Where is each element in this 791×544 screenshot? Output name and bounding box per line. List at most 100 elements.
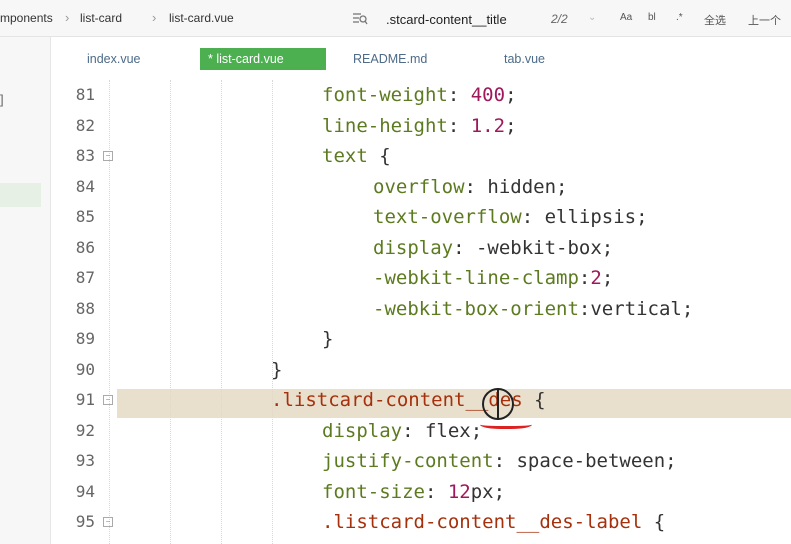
code-token: : -webkit-box; — [453, 236, 614, 259]
code-text[interactable]: .listcard-content__des-label { — [322, 507, 665, 537]
code-token: display — [373, 236, 454, 259]
line-number: 92 — [75, 420, 95, 440]
code-line[interactable]: 86 display: -webkit-box; — [51, 233, 791, 263]
tab-readme-md[interactable]: README.md — [345, 48, 435, 70]
chevron-right-icon: › — [152, 10, 157, 25]
fold-toggle-icon[interactable]: − — [103, 151, 113, 161]
line-number: 85 — [75, 207, 95, 226]
search-icon[interactable] — [352, 11, 368, 27]
code-text[interactable]: text-overflow: ellipsis; — [373, 202, 648, 232]
code-token: : ellipsis; — [521, 206, 648, 228]
code-line[interactable]: 92 display: flex; — [51, 416, 791, 446]
code-token: { — [367, 145, 391, 167]
code-token: 12 — [447, 480, 471, 503]
tab-index-vue[interactable]: index.vue — [79, 48, 149, 70]
line-number: 86 — [75, 237, 95, 257]
tab-list-card-vue[interactable]: * list-card.vue — [200, 48, 326, 70]
file-explorer-sidebar: ] — [0, 37, 51, 544]
line-number: 88 — [75, 298, 95, 318]
find-input[interactable]: .stcard-content__title — [386, 12, 507, 27]
code-token: display — [322, 419, 403, 442]
previous-match-button[interactable]: 上一个 — [748, 12, 781, 28]
code-line[interactable]: 83− text { — [51, 141, 791, 171]
top-toolbar: mponents › list-card › list-card.vue .st… — [0, 0, 791, 37]
breadcrumb-item-components[interactable]: mponents — [0, 11, 53, 25]
regex-button[interactable]: .* — [676, 12, 683, 23]
code-token: : — [447, 114, 471, 137]
line-number: 95 — [75, 512, 95, 531]
code-line[interactable]: 84 overflow: hidden; — [51, 172, 791, 202]
code-text[interactable]: } — [271, 355, 282, 385]
code-line[interactable]: 95− .listcard-content__des-label { — [51, 507, 791, 537]
code-token: ; — [601, 267, 614, 289]
code-line[interactable]: 82 line-height: 1.2; — [51, 111, 791, 141]
red-underline-annotation — [480, 418, 532, 429]
line-number: 83 — [75, 146, 95, 165]
breadcrumb-item-list-card[interactable]: list-card — [80, 11, 122, 25]
code-text[interactable]: -webkit-box-orient:vertical; — [373, 294, 693, 324]
line-number: 90 — [75, 359, 95, 379]
whole-word-button[interactable]: bl — [648, 12, 656, 23]
code-line[interactable]: 81 font-weight: 400; — [51, 80, 791, 110]
code-text[interactable]: justify-content: space-between; — [322, 446, 677, 476]
code-text[interactable]: font-weight: 400; — [322, 80, 517, 110]
code-text[interactable]: overflow: hidden; — [373, 172, 567, 202]
sidebar-bracket: ] — [0, 92, 4, 107]
code-token: font-size — [322, 480, 425, 503]
line-number: 94 — [75, 481, 95, 501]
line-number: 82 — [75, 115, 95, 135]
fold-toggle-icon[interactable]: − — [103, 517, 113, 527]
code-text[interactable]: -webkit-line-clamp:2; — [373, 263, 613, 293]
tab-tab-vue[interactable]: tab.vue — [496, 48, 553, 70]
code-token: font-weight — [322, 84, 448, 106]
line-number: 93 — [75, 451, 95, 470]
code-token: line-height — [322, 114, 448, 137]
code-text[interactable]: text { — [322, 141, 391, 171]
code-line[interactable]: 88 -webkit-box-orient:vertical; — [51, 294, 791, 324]
line-number: 89 — [75, 329, 95, 348]
code-token: ; — [505, 114, 517, 137]
code-text[interactable]: display: -webkit-box; — [373, 233, 613, 263]
code-token: text — [322, 145, 368, 167]
code-line[interactable]: 85 text-overflow: ellipsis; — [51, 202, 791, 232]
code-token: 1.2 — [470, 114, 506, 137]
code-text[interactable]: font-size: 12px; — [322, 477, 505, 507]
code-text[interactable]: display: flex; — [322, 416, 482, 446]
code-token: justify-content — [322, 450, 494, 472]
code-text[interactable]: } — [322, 324, 333, 354]
code-token: 2 — [590, 267, 602, 289]
fold-toggle-icon[interactable]: − — [103, 395, 113, 405]
code-line[interactable]: 93 justify-content: space-between; — [51, 446, 791, 476]
code-line[interactable]: 91− .listcard-content__des { — [51, 385, 791, 415]
select-all-button[interactable]: 全选 — [704, 12, 726, 28]
chevron-down-icon[interactable]: ⌄ — [588, 12, 596, 23]
chevron-right-icon: › — [65, 10, 70, 25]
code-token: : — [424, 480, 448, 503]
code-line[interactable]: 90} — [51, 355, 791, 385]
code-token: { — [642, 511, 666, 533]
code-token: .listcard-content__des-label — [322, 511, 643, 533]
line-number: 87 — [75, 268, 95, 287]
code-token: : hidden; — [464, 175, 568, 198]
find-bar: .stcard-content__title 2/2 ⌄ Aa bl .* 全选… — [346, 6, 791, 32]
breadcrumb-item-file[interactable]: list-card.vue — [169, 11, 234, 25]
code-token: } — [271, 358, 283, 381]
code-token: : flex; — [402, 419, 483, 442]
code-token: : — [447, 84, 471, 106]
code-token: { — [522, 389, 546, 411]
line-number: 84 — [75, 176, 95, 196]
code-line[interactable]: 87 -webkit-line-clamp:2; — [51, 263, 791, 293]
code-token: :vertical; — [578, 297, 694, 320]
code-text[interactable]: line-height: 1.2; — [322, 111, 517, 141]
line-number: 91 — [75, 390, 95, 409]
editor-tabs: index.vue * list-card.vue README.md tab.… — [51, 46, 791, 72]
match-case-button[interactable]: Aa — [620, 12, 632, 23]
code-token: -webkit-box-orient — [373, 297, 579, 320]
code-line[interactable]: 89} — [51, 324, 791, 354]
sidebar-selected-item[interactable] — [0, 183, 41, 207]
code-editor[interactable]: 81 font-weight: 400; 82 line-height: 1.2; 83… — [51, 80, 791, 544]
code-token: ; — [505, 84, 517, 106]
code-token: : space-between; — [493, 450, 677, 472]
code-token: overflow — [373, 175, 465, 198]
code-line[interactable]: 94 font-size: 12px; — [51, 477, 791, 507]
